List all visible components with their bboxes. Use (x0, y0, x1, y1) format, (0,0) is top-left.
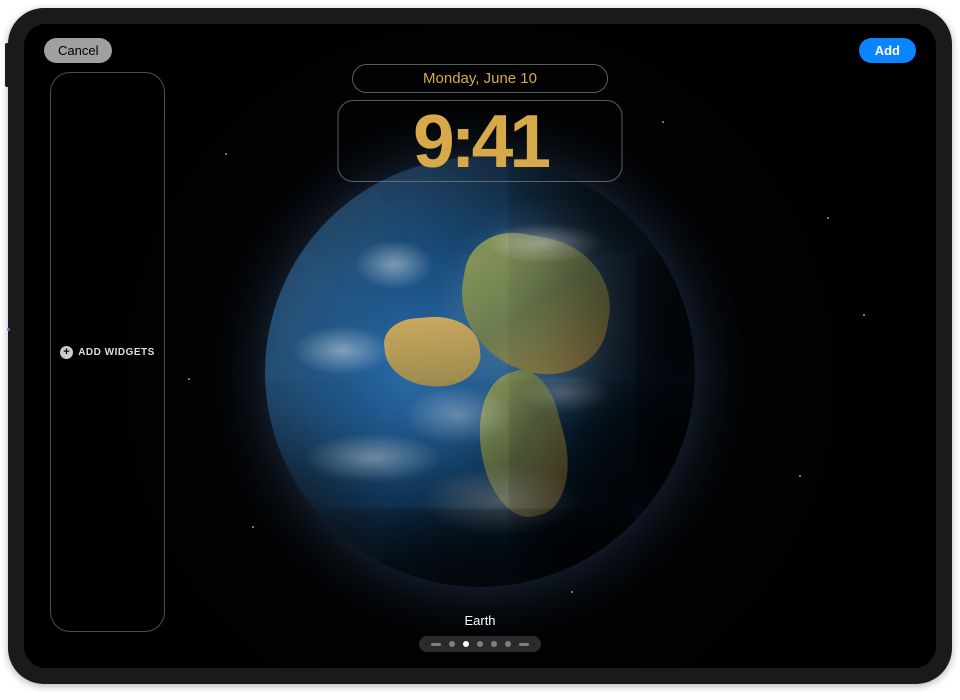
date-widget[interactable]: Monday, June 10 (352, 64, 608, 93)
add-button[interactable]: Add (859, 38, 916, 63)
time-label: 9:41 (413, 104, 547, 179)
earth-image (265, 157, 695, 587)
page-indicator[interactable] (419, 636, 541, 652)
page-dot-active (463, 641, 469, 647)
widget-panel[interactable]: + ADD WIDGETS (50, 72, 165, 632)
date-label: Monday, June 10 (423, 70, 537, 87)
top-bar: Cancel Add (44, 38, 916, 63)
plus-icon: + (60, 346, 73, 359)
side-indicator (7, 328, 10, 331)
power-button (5, 43, 8, 87)
page-dot (519, 643, 529, 646)
cancel-button[interactable]: Cancel (44, 38, 112, 63)
page-dot (477, 641, 483, 647)
add-widgets-label: ADD WIDGETS (78, 347, 155, 358)
page-dot (505, 641, 511, 647)
page-dot (491, 641, 497, 647)
add-widgets-button[interactable]: + ADD WIDGETS (60, 346, 155, 359)
device-frame: Cancel Add Monday, June 10 9:41 + ADD WI… (8, 8, 952, 684)
page-dot (431, 643, 441, 646)
wallpaper-name: Earth (464, 613, 495, 628)
page-dot (449, 641, 455, 647)
clock-widget[interactable]: 9:41 (338, 100, 623, 182)
screen: Cancel Add Monday, June 10 9:41 + ADD WI… (24, 24, 936, 668)
